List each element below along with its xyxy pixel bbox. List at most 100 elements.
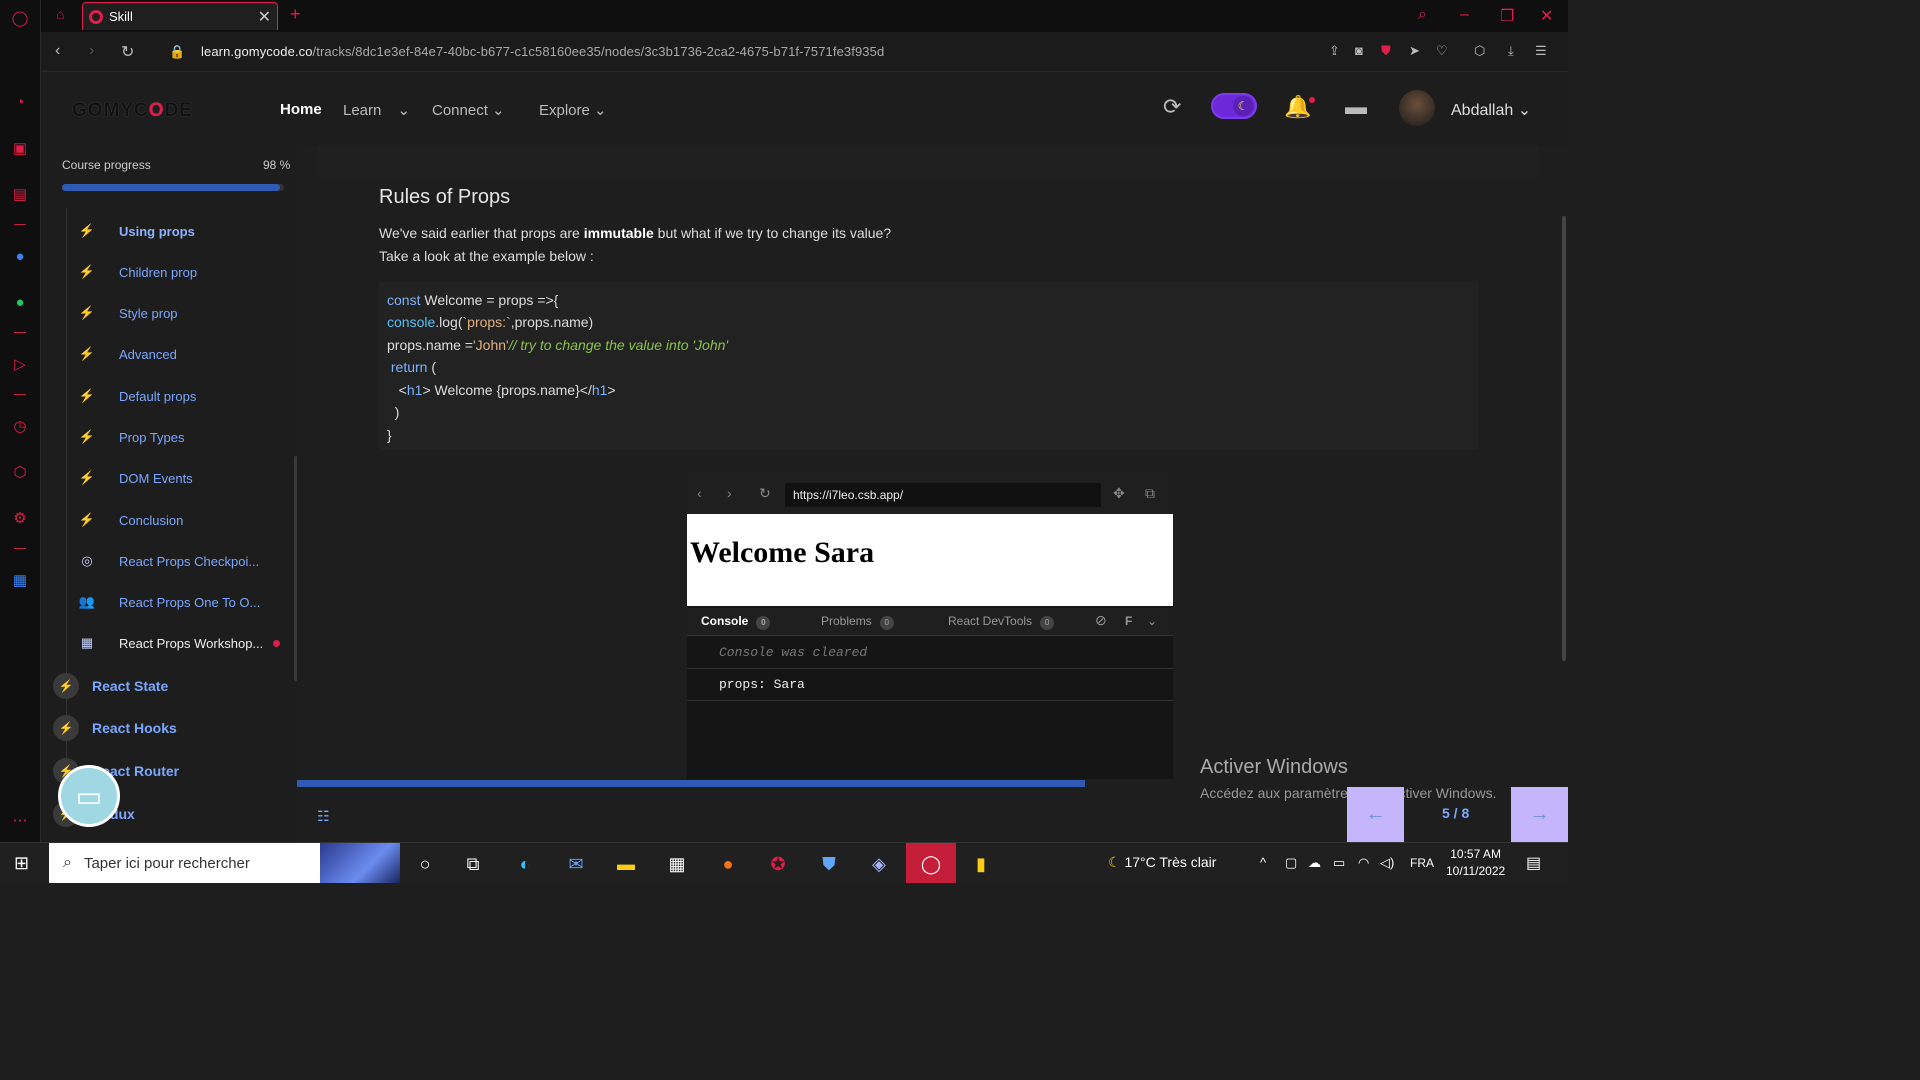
notification-bell-icon[interactable]: 🔔 bbox=[1284, 94, 1311, 120]
onedrive-cloud-icon[interactable]: ☁ bbox=[1308, 855, 1321, 871]
security-shield-icon[interactable]: ⛊ bbox=[816, 851, 842, 877]
nav-connect[interactable]: Connect ⌄ bbox=[432, 101, 505, 119]
table-of-contents-icon[interactable]: ☷ bbox=[317, 808, 330, 825]
content-scrollbar[interactable] bbox=[1562, 216, 1566, 661]
sandbox-reload-icon[interactable]: ↻ bbox=[759, 485, 771, 502]
back-icon[interactable]: ‹ bbox=[55, 42, 60, 60]
speed-dial-icon[interactable]: ◔ bbox=[10, 92, 30, 112]
wifi-icon[interactable]: ◠ bbox=[1358, 855, 1369, 871]
reload-icon[interactable]: ↻ bbox=[121, 42, 134, 62]
url-field[interactable]: learn.gomycode.co/tracks/8dc1e3ef-84e7-4… bbox=[201, 44, 884, 59]
sandbox-move-icon[interactable]: ✥ bbox=[1113, 485, 1125, 502]
clear-console-icon[interactable]: ⊘ bbox=[1095, 612, 1107, 629]
file-explorer-icon[interactable]: ▬ bbox=[613, 851, 639, 877]
sync-icon[interactable]: ⟳ bbox=[1163, 94, 1181, 120]
notes-icon[interactable]: ▮ bbox=[968, 851, 994, 877]
menu-icon[interactable]: ☰ bbox=[1535, 43, 1547, 59]
tab-react-devtools[interactable]: React DevTools 0 bbox=[948, 614, 1055, 630]
lesson-dom-events[interactable]: ⚡ DOM Events bbox=[77, 463, 297, 493]
heart-icon[interactable]: ♡ bbox=[1436, 43, 1448, 59]
opera-logo-icon[interactable]: ◯ bbox=[10, 8, 30, 28]
cortana-icon[interactable]: ○ bbox=[412, 851, 438, 877]
share-icon[interactable]: ⇪ bbox=[1329, 43, 1340, 59]
clock[interactable]: 10:57 AM 10/11/2022 bbox=[1446, 846, 1505, 880]
extensions-cube-icon[interactable]: ⬡ bbox=[10, 462, 30, 482]
settings-gear-icon[interactable]: ⚙ bbox=[10, 508, 30, 528]
forward-icon[interactable]: › bbox=[89, 42, 94, 60]
lesson-style-prop[interactable]: ⚡ Style prop bbox=[77, 298, 297, 328]
restore-icon[interactable]: ❐ bbox=[1500, 6, 1514, 26]
chat-icon[interactable]: ▬ bbox=[1345, 94, 1367, 120]
sandbox-url[interactable]: https://i7leo.csb.app/ bbox=[785, 483, 1101, 507]
cube-icon[interactable]: ⬡ bbox=[1474, 43, 1485, 59]
tray-device-icon[interactable]: ▢ bbox=[1285, 855, 1297, 871]
prev-slide-button[interactable]: ← bbox=[1347, 787, 1404, 842]
camera-icon[interactable]: ◙ bbox=[1355, 43, 1363, 58]
gaming-app-icon[interactable]: ✪ bbox=[765, 851, 791, 877]
volume-icon[interactable]: ◁) bbox=[1380, 855, 1394, 871]
whatsapp-icon[interactable]: ● bbox=[10, 292, 30, 312]
messenger-icon[interactable]: ● bbox=[10, 246, 30, 266]
lesson-conclusion[interactable]: ⚡ Conclusion bbox=[77, 505, 297, 535]
open-new-window-icon[interactable]: ⧉ bbox=[1145, 485, 1155, 502]
twitch-icon[interactable]: ▤ bbox=[10, 184, 30, 204]
lesson-using-props[interactable]: ⚡ Using props bbox=[77, 216, 297, 246]
filter-button[interactable]: F bbox=[1125, 614, 1132, 628]
app-icon[interactable]: ◈ bbox=[866, 851, 892, 877]
tray-expand-icon[interactable]: ^ bbox=[1260, 855, 1266, 870]
briefcase-icon[interactable]: ▣ bbox=[10, 138, 30, 158]
module-react-hooks[interactable]: ⚡ React Hooks bbox=[53, 713, 177, 743]
nav-explore[interactable]: Explore ⌄ bbox=[539, 101, 607, 119]
minimize-icon[interactable]: – bbox=[1460, 6, 1469, 24]
gamepad-icon[interactable]: ⌂ bbox=[56, 6, 64, 22]
nav-home[interactable]: Home bbox=[280, 101, 322, 118]
history-icon[interactable]: ◷ bbox=[10, 416, 30, 436]
vpn-shield-icon[interactable]: ⛊ bbox=[1381, 43, 1391, 59]
opera-icon[interactable]: ◯ bbox=[918, 851, 944, 877]
firefox-icon[interactable]: ● bbox=[715, 851, 741, 877]
lesson-checkpoint[interactable]: ◎ React Props Checkpoi... bbox=[77, 546, 297, 576]
lesson-one-to-one[interactable]: 👥 React Props One To O... bbox=[77, 587, 297, 617]
tab-console[interactable]: Console 0 bbox=[701, 614, 771, 630]
weather-widget[interactable]: ☾ 17°C Très clair bbox=[1108, 854, 1216, 871]
bolt-icon: ⚡ bbox=[53, 673, 79, 699]
download-icon[interactable]: ⤓ bbox=[1508, 43, 1514, 59]
send-icon[interactable]: ➤ bbox=[1409, 43, 1420, 59]
task-view-icon[interactable]: ⧉ bbox=[460, 851, 486, 877]
more-dots-icon[interactable]: ⋯ bbox=[10, 810, 30, 830]
language-indicator[interactable]: FRA bbox=[1410, 856, 1434, 870]
next-slide-button[interactable]: → bbox=[1511, 787, 1568, 842]
support-chat-bubble-icon[interactable]: ▭ bbox=[58, 765, 120, 827]
search-tabs-icon[interactable]: ⌕ bbox=[1418, 6, 1427, 24]
chevron-down-icon[interactable]: ⌄ bbox=[1147, 614, 1157, 628]
browser-tab-active[interactable]: Skill ✕ bbox=[82, 2, 278, 30]
avatar[interactable] bbox=[1399, 90, 1435, 126]
store-icon[interactable]: ▦ bbox=[664, 851, 690, 877]
close-window-icon[interactable]: ✕ bbox=[1540, 6, 1553, 26]
course-progress-label: Course progress bbox=[62, 158, 151, 172]
player-icon[interactable]: ▷ bbox=[10, 354, 30, 374]
edge-icon[interactable]: ◐ bbox=[512, 851, 538, 877]
windows-start-icon[interactable]: ⊞ bbox=[14, 853, 29, 874]
tab-problems[interactable]: Problems 0 bbox=[821, 614, 894, 630]
course-sidebar: Course progress 98 % ⚡ Using props ⚡ Child… bbox=[41, 146, 303, 842]
lesson-workshop[interactable]: ▦ React Props Workshop... bbox=[77, 628, 297, 658]
notifications-icon[interactable]: ▤ bbox=[1526, 853, 1541, 873]
module-react-state[interactable]: ⚡ React State bbox=[53, 671, 168, 701]
nav-learn[interactable]: Learn ⌄ bbox=[343, 101, 410, 119]
sandbox-back-icon[interactable]: ‹ bbox=[697, 485, 702, 501]
lesson-advanced[interactable]: ⚡ Advanced bbox=[77, 339, 297, 369]
mail-icon[interactable]: ✉ bbox=[563, 851, 589, 877]
lesson-prop-types[interactable]: ⚡ Prop Types bbox=[77, 422, 297, 452]
lesson-default-props[interactable]: ⚡ Default props bbox=[77, 381, 297, 411]
user-menu[interactable]: Abdallah ⌄ bbox=[1451, 100, 1531, 120]
sandbox-forward-icon[interactable]: › bbox=[727, 485, 732, 501]
close-tab-icon[interactable]: ✕ bbox=[258, 7, 271, 27]
new-tab-icon[interactable]: + bbox=[290, 4, 301, 25]
battery-icon[interactable]: ▭ bbox=[1333, 855, 1345, 871]
taskbar-search[interactable]: ⌕ Taper ici pour rechercher bbox=[49, 843, 400, 883]
lesson-children-prop[interactable]: ⚡ Children prop bbox=[77, 257, 297, 287]
dark-mode-toggle[interactable]: ☾ bbox=[1211, 93, 1257, 119]
translate-icon[interactable]: ▦ bbox=[10, 570, 30, 590]
gomycode-logo[interactable]: GOMYCODE bbox=[72, 100, 193, 122]
